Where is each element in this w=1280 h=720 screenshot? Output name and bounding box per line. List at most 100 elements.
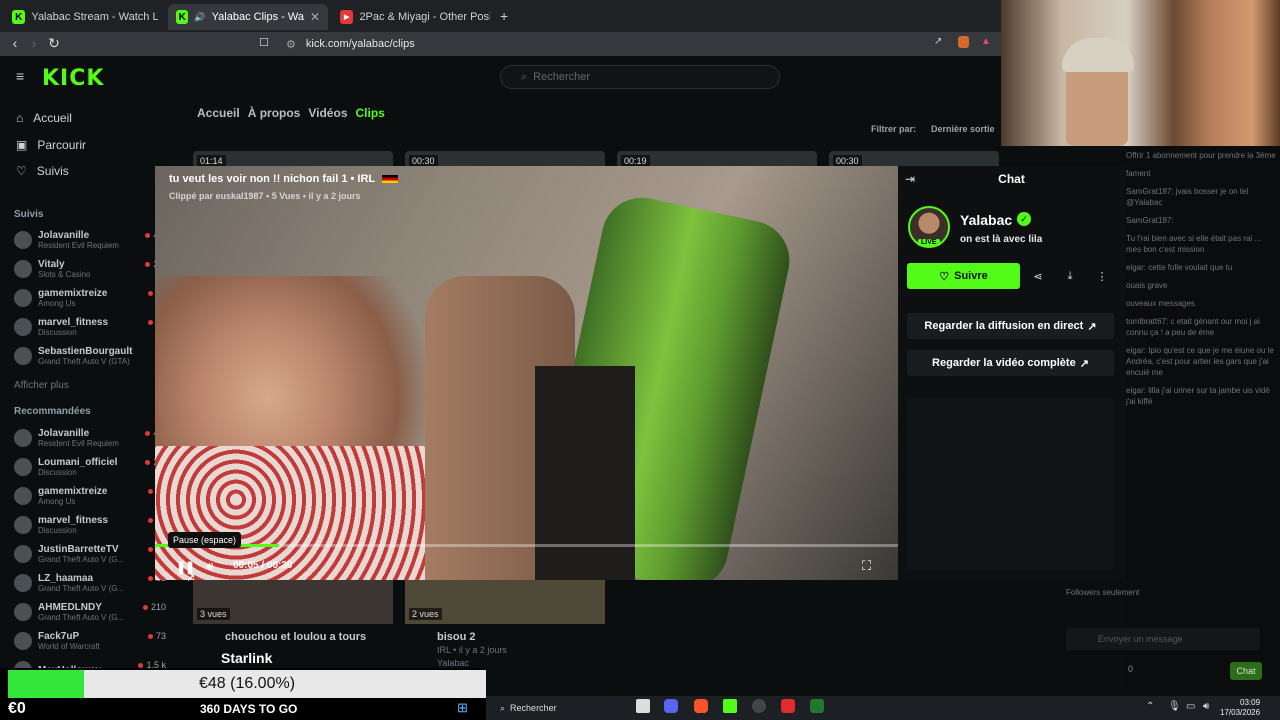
- sidebar-item-home[interactable]: ⌂ Accueil: [16, 111, 72, 125]
- channel-item[interactable]: JolavanilleResident Evil Requiem4,3: [14, 226, 166, 254]
- avatar: [14, 318, 32, 336]
- heart-icon: ♡: [16, 164, 27, 178]
- channel-name: Vitaly: [38, 258, 65, 270]
- channel-game: World of Warcraft: [38, 641, 100, 651]
- chat-input[interactable]: Envoyer un message: [1066, 628, 1260, 650]
- follow-button[interactable]: ♡ Suivre: [907, 263, 1020, 289]
- clip-video[interactable]: [155, 166, 898, 580]
- kick-app-icon[interactable]: [723, 699, 737, 713]
- channel-item[interactable]: marvel_fitnessDiscussion37: [14, 313, 166, 341]
- tray-expand-icon[interactable]: ⌃: [1146, 701, 1154, 712]
- share-button[interactable]: ⋖: [1025, 263, 1051, 289]
- youtube-favicon-icon: ▶: [340, 10, 354, 24]
- channel-item[interactable]: JustinBarretteTV Grand Theft Auto V (G...…: [14, 540, 166, 568]
- clip-title[interactable]: chouchou et loulou a tours: [225, 631, 366, 643]
- volume-tray-icon[interactable]: 🔊︎: [1203, 701, 1209, 712]
- channel-item[interactable]: gamemixtreizeAmong Us49: [14, 284, 166, 312]
- search-icon: ⌕: [521, 70, 528, 83]
- chat-message: ouais grave: [1126, 281, 1168, 290]
- kick-logo[interactable]: KICK: [42, 66, 104, 91]
- channel-name: Jolavanille: [38, 229, 90, 241]
- channel-item[interactable]: AHMEDLNDY Grand Theft Auto V (G... 210: [14, 598, 166, 626]
- share-icon[interactable]: ↗: [934, 36, 942, 47]
- microphone-icon[interactable]: 🎙︎: [1168, 701, 1181, 712]
- live-badge: LIVE: [918, 239, 940, 246]
- tab-clips[interactable]: Clips: [356, 106, 385, 120]
- channel-name: marvel_fitness: [38, 514, 109, 526]
- sort-dropdown[interactable]: Dernière sortie: [931, 124, 995, 134]
- tab-label: 2Pac & Miyagi - Other Position (Dar: [359, 11, 490, 23]
- tab-youtube[interactable]: ▶ 2Pac & Miyagi - Other Position (Dar: [332, 4, 498, 30]
- brave-shield-icon[interactable]: [958, 36, 969, 48]
- channel-name: Loumani_officiel: [38, 456, 118, 468]
- avatar: [14, 347, 32, 365]
- clip-channel: Yalabac: [437, 658, 469, 668]
- send-chat-button[interactable]: Chat: [1230, 662, 1262, 680]
- reload-icon[interactable]: ↻: [44, 35, 64, 52]
- avatar: [14, 545, 32, 563]
- avatar: [14, 260, 32, 278]
- download-button[interactable]: ⤓: [1057, 263, 1083, 289]
- brave-icon[interactable]: [694, 699, 708, 713]
- chat-replay-area: [907, 398, 1114, 570]
- more-options-button[interactable]: ⋮: [1089, 263, 1115, 289]
- clip-thumbnail[interactable]: 3 vues: [193, 580, 393, 624]
- channel-item[interactable]: Loumani_officielDiscussion2,9: [14, 453, 166, 481]
- channel-item[interactable]: Fack7uP World of Warcraft 73: [14, 627, 166, 655]
- external-link-icon: ↗: [1079, 357, 1089, 370]
- site-info-icon[interactable]: ⚙: [286, 38, 296, 51]
- close-tab-icon[interactable]: ✕: [310, 10, 320, 24]
- sidebar-item-browse[interactable]: ▣ Parcourir: [16, 138, 86, 152]
- channel-item[interactable]: marvel_fitnessDiscussion37: [14, 511, 166, 539]
- streamer-name[interactable]: Yalabac: [960, 212, 1012, 228]
- tab-kick-clips[interactable]: K 🔊 Yalabac Clips - Watch Live on ✕: [168, 4, 328, 30]
- avatar: [14, 516, 32, 534]
- chat-title: Chat: [998, 172, 1025, 186]
- clip-title[interactable]: bisou 2: [437, 631, 476, 643]
- followers-only-label: Followers seulement: [1066, 588, 1140, 597]
- volume-icon[interactable]: 🔊︎: [206, 559, 214, 574]
- menu-icon[interactable]: ≡: [16, 68, 24, 84]
- bookmark-icon[interactable]: ☐: [254, 36, 274, 49]
- sidebar-item-following[interactable]: ♡ Suivis: [16, 164, 69, 178]
- channel-item[interactable]: gamemixtreizeAmong Us49: [14, 482, 166, 510]
- clock[interactable]: 03:09 17/03/2026: [1220, 698, 1260, 718]
- channel-game: Resident Evil Requiem: [38, 438, 119, 448]
- url-field[interactable]: ⚙ kick.com/yalabac/clips: [280, 34, 1000, 54]
- back-icon[interactable]: ‹: [5, 35, 25, 51]
- search-input[interactable]: ⌕ Rechercher: [500, 65, 780, 89]
- windows-start-icon[interactable]: ⊞: [457, 700, 468, 716]
- network-icon[interactable]: ▭: [1186, 701, 1195, 712]
- kick-favicon-icon: K: [12, 10, 26, 24]
- new-tab-button[interactable]: +: [500, 8, 508, 24]
- taskbar-search[interactable]: ⌕ Rechercher: [500, 700, 620, 716]
- clip-thumbnail[interactable]: 2 vues: [405, 580, 605, 624]
- watch-full-video-button[interactable]: Regarder la vidéo complète ↗: [907, 350, 1114, 376]
- forward-icon[interactable]: ›: [24, 35, 44, 51]
- channel-item[interactable]: JolavanilleResident Evil Requiem4,3: [14, 424, 166, 452]
- channel-game: Grand Theft Auto V (G...: [38, 612, 125, 622]
- show-more-link[interactable]: Afficher plus: [14, 380, 69, 391]
- brave-rewards-icon[interactable]: ▲: [981, 36, 991, 47]
- file-explorer-icon[interactable]: [636, 699, 650, 713]
- chat-message: SamGrat187:: [1126, 216, 1174, 225]
- youtube-icon[interactable]: [781, 699, 795, 713]
- fullscreen-icon[interactable]: ⛶: [862, 558, 871, 574]
- obs-icon[interactable]: [752, 699, 766, 713]
- time-display: 00:05 / 00:30: [233, 560, 293, 571]
- tab-about[interactable]: À propos: [248, 106, 301, 120]
- channel-item[interactable]: VitalySlots & Casino2,9: [14, 255, 166, 283]
- tab-kick-stream[interactable]: K Yalabac Stream - Watch Live on Kick: [4, 4, 166, 30]
- app-icon[interactable]: [810, 699, 824, 713]
- followed-header: Suivis: [14, 209, 44, 220]
- watch-live-button[interactable]: Regarder la diffusion en direct ↗: [907, 313, 1114, 339]
- tab-videos[interactable]: Vidéos: [308, 106, 347, 120]
- discord-icon[interactable]: [664, 699, 678, 713]
- channel-name: marvel_fitness: [38, 316, 109, 328]
- channel-item[interactable]: LZ_haamaaGrand Theft Auto V (G...35: [14, 569, 166, 597]
- tab-home[interactable]: Accueil: [197, 106, 240, 120]
- channel-game: Discussion: [38, 327, 77, 337]
- kick-favicon-icon: K: [176, 10, 189, 24]
- channel-item[interactable]: SebastienBourgault Grand Theft Auto V (GT…: [14, 342, 154, 370]
- browse-icon: ▣: [16, 138, 28, 152]
